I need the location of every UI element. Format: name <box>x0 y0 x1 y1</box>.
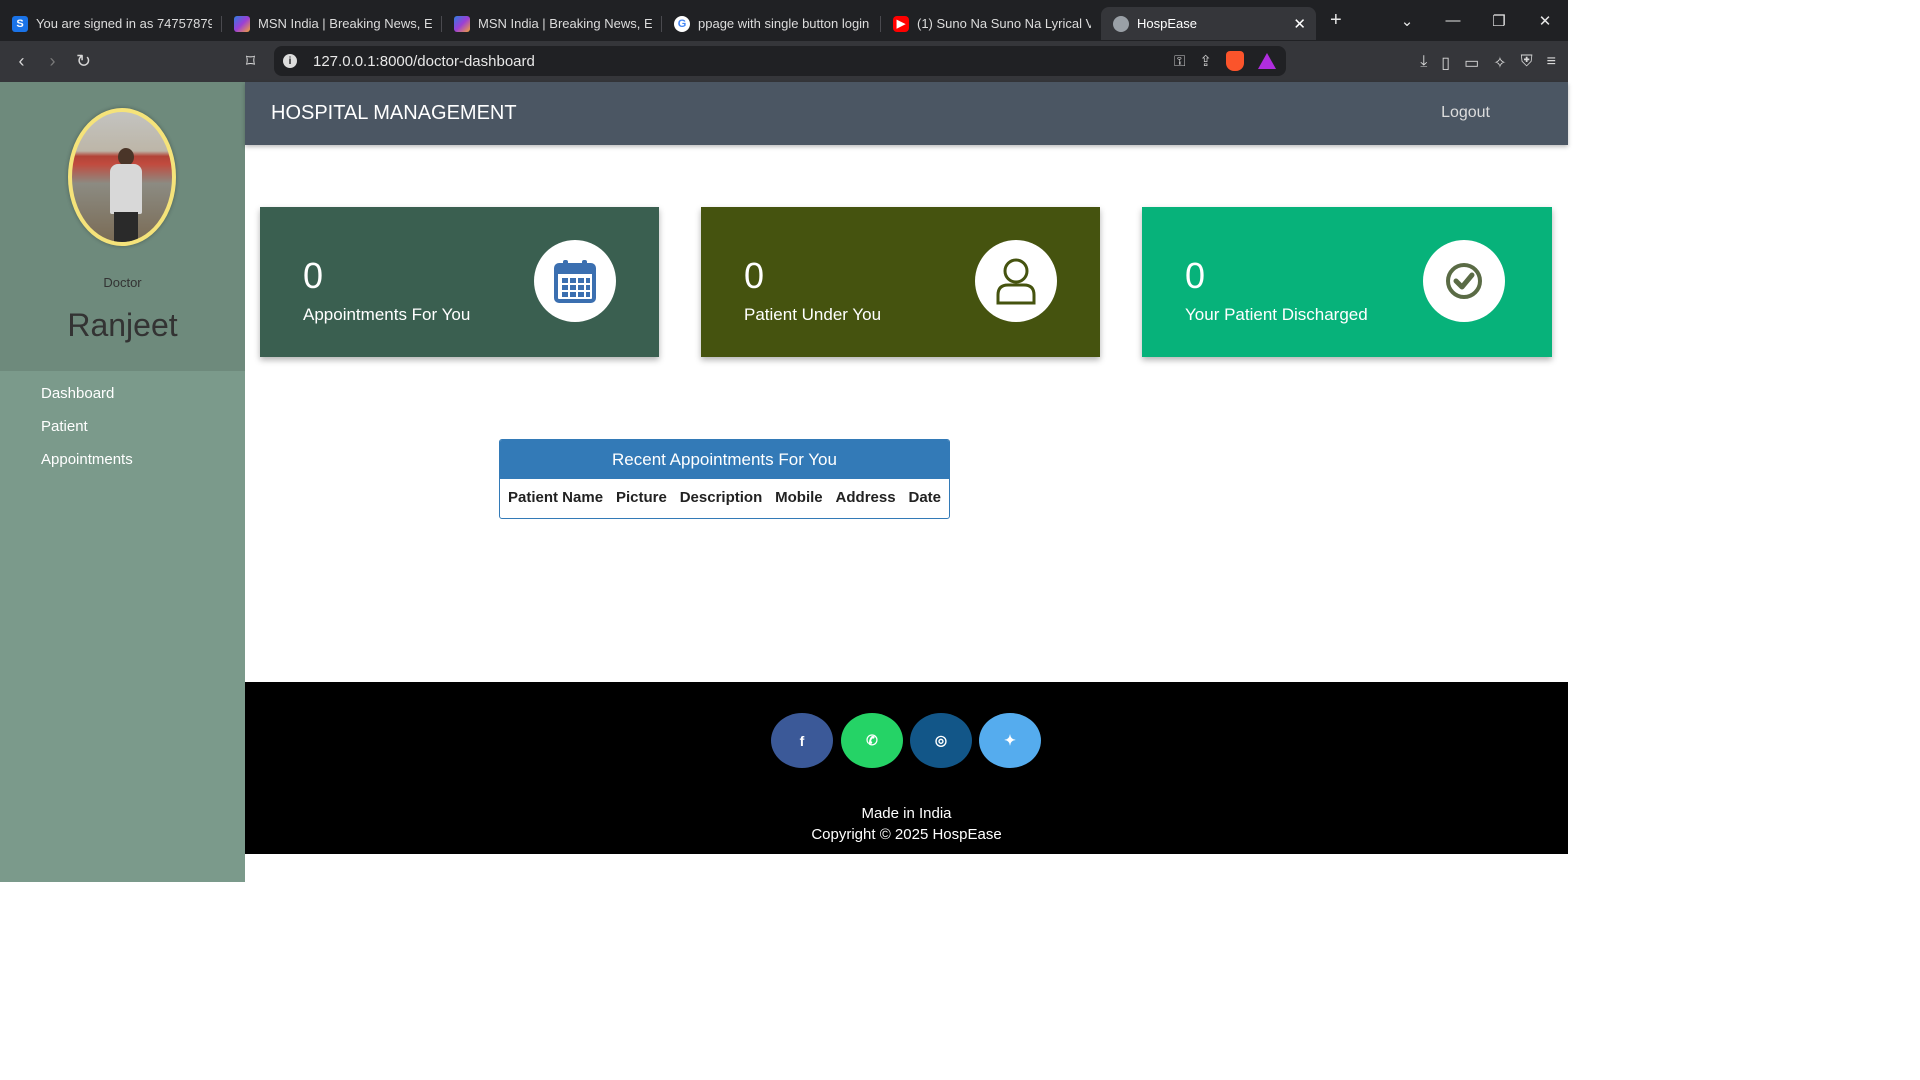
panel-title: Recent Appointments For You <box>500 440 949 479</box>
recent-appointments-panel: Recent Appointments For You Patient Name… <box>499 439 950 519</box>
column-header: Address <box>835 489 896 506</box>
menu-icon[interactable]: ≡ <box>1547 53 1556 73</box>
tab-title: You are signed in as 747578792 <box>36 16 212 31</box>
browser-tab[interactable]: MSN India | Breaking News, Ent <box>442 7 662 40</box>
browser-tab[interactable]: G ppage with single button login <box>662 7 881 40</box>
tab-title: ppage with single button login <box>698 16 870 31</box>
new-tab-icon[interactable]: + <box>1330 9 1342 32</box>
card-label: Patient Under You <box>744 305 882 324</box>
column-header: Description <box>679 489 763 506</box>
tab-title: MSN India | Breaking News, Ent <box>478 16 652 31</box>
browser-toolbar: ‹ › ↻ ⌑ i 127.0.0.1:8000/doctor-dashboar… <box>0 41 1568 82</box>
card-count: 0 <box>1185 255 1206 296</box>
doctor-dashboard-page: Doctor Ranjeet Dashboard Patient Appoint… <box>0 82 1568 882</box>
reload-icon[interactable]: ↻ <box>68 51 99 72</box>
sidebar-item-patient[interactable]: Patient <box>41 417 133 450</box>
key-icon[interactable]: ⚿ <box>1174 53 1185 70</box>
tab-search-chevron-icon[interactable]: ⌄ <box>1384 12 1430 30</box>
column-header: Date <box>908 489 941 506</box>
site-s-icon: S <box>12 15 28 32</box>
browser-tab[interactable]: MSN India | Breaking News, Ent <box>222 7 442 40</box>
download-icon[interactable]: ⤓ <box>1420 53 1427 73</box>
user-name: Ranjeet <box>67 307 178 343</box>
brand-title[interactable]: HOSPITAL MANAGEMENT <box>271 102 517 125</box>
restore-icon[interactable]: ❐ <box>1476 12 1522 30</box>
user-icon <box>975 240 1057 322</box>
youtube-icon: ▶ <box>893 15 909 32</box>
wallet-icon[interactable]: ▭ <box>1464 53 1479 73</box>
profile-section: Doctor Ranjeet <box>0 82 245 371</box>
made-in-text: Made in India <box>861 805 952 822</box>
window-close-icon[interactable]: ✕ <box>1522 12 1568 30</box>
footer: f ✆ ◎ ✦ Made in India Copyright © 2025 H… <box>245 682 1568 854</box>
top-navbar: HOSPITAL MANAGEMENT Logout <box>245 82 1568 145</box>
site-info-icon[interactable]: i <box>283 54 297 68</box>
tab-title: MSN India | Breaking News, Ent <box>258 16 432 31</box>
browser-tab-active[interactable]: HospEase ✕ <box>1101 7 1316 40</box>
logout-link[interactable]: Logout <box>1441 104 1490 122</box>
column-header: Picture <box>615 489 667 506</box>
browser-tab[interactable]: ▶ (1) Suno Na Suno Na Lyrical Vic <box>881 7 1101 40</box>
vpn-icon[interactable]: ⛨ <box>1521 53 1533 73</box>
sidebar-nav: Dashboard Patient Appointments <box>41 384 133 483</box>
brave-shield-icon[interactable] <box>1226 51 1244 71</box>
calendar-icon <box>534 240 616 322</box>
close-tab-icon[interactable]: ✕ <box>1293 15 1306 33</box>
globe-icon <box>1113 15 1129 32</box>
card-count: 0 <box>303 255 324 296</box>
browser-tab[interactable]: S You are signed in as 747578792 <box>0 7 222 40</box>
check-circle-icon <box>1423 240 1505 322</box>
msn-icon <box>234 15 250 32</box>
tab-title: HospEase <box>1137 16 1197 31</box>
appointments-card: 0 Appointments For You <box>260 207 659 357</box>
google-icon: G <box>674 15 690 32</box>
share-icon[interactable]: ⇪ <box>1199 52 1212 70</box>
leo-ai-icon[interactable]: ✧ <box>1493 53 1506 73</box>
whatsapp-icon[interactable]: ✆ <box>841 713 903 768</box>
minimize-icon[interactable]: — <box>1430 12 1476 29</box>
column-header: Patient Name <box>508 489 604 506</box>
card-label: Your Patient Discharged <box>1185 305 1368 324</box>
url-text[interactable]: 127.0.0.1:8000/doctor-dashboard <box>313 53 535 70</box>
bookmark-icon[interactable]: ⌑ <box>235 51 266 72</box>
brave-rewards-icon[interactable] <box>1258 53 1276 69</box>
copyright-text: Copyright © 2025 HospEase <box>811 826 1002 843</box>
forward-icon[interactable]: › <box>37 51 68 72</box>
sidebar-item-appointments[interactable]: Appointments <box>41 450 133 483</box>
browser-tab-bar: S You are signed in as 747578792 MSN Ind… <box>0 0 1568 41</box>
instagram-icon[interactable]: ◎ <box>910 713 972 768</box>
column-header: Mobile <box>775 489 823 506</box>
table-header-row: Patient Name Picture Description Mobile … <box>500 479 949 506</box>
card-label: Appointments For You <box>303 305 471 324</box>
discharged-card: 0 Your Patient Discharged <box>1142 207 1552 357</box>
sidebar: Doctor Ranjeet Dashboard Patient Appoint… <box>0 82 245 882</box>
facebook-icon[interactable]: f <box>771 713 833 768</box>
twitter-icon[interactable]: ✦ <box>979 713 1041 768</box>
msn-icon <box>454 15 470 32</box>
back-icon[interactable]: ‹ <box>6 51 37 72</box>
sidebar-item-dashboard[interactable]: Dashboard <box>41 384 133 417</box>
card-count: 0 <box>744 255 765 296</box>
tab-title: (1) Suno Na Suno Na Lyrical Vic <box>917 16 1091 31</box>
user-role: Doctor <box>103 275 142 290</box>
doctor-avatar <box>68 108 176 246</box>
patients-card: 0 Patient Under You <box>701 207 1100 357</box>
address-bar[interactable]: i 127.0.0.1:8000/doctor-dashboard ⚿ ⇪ <box>274 46 1286 76</box>
sidebar-toggle-icon[interactable]: ▯ <box>1441 53 1450 73</box>
